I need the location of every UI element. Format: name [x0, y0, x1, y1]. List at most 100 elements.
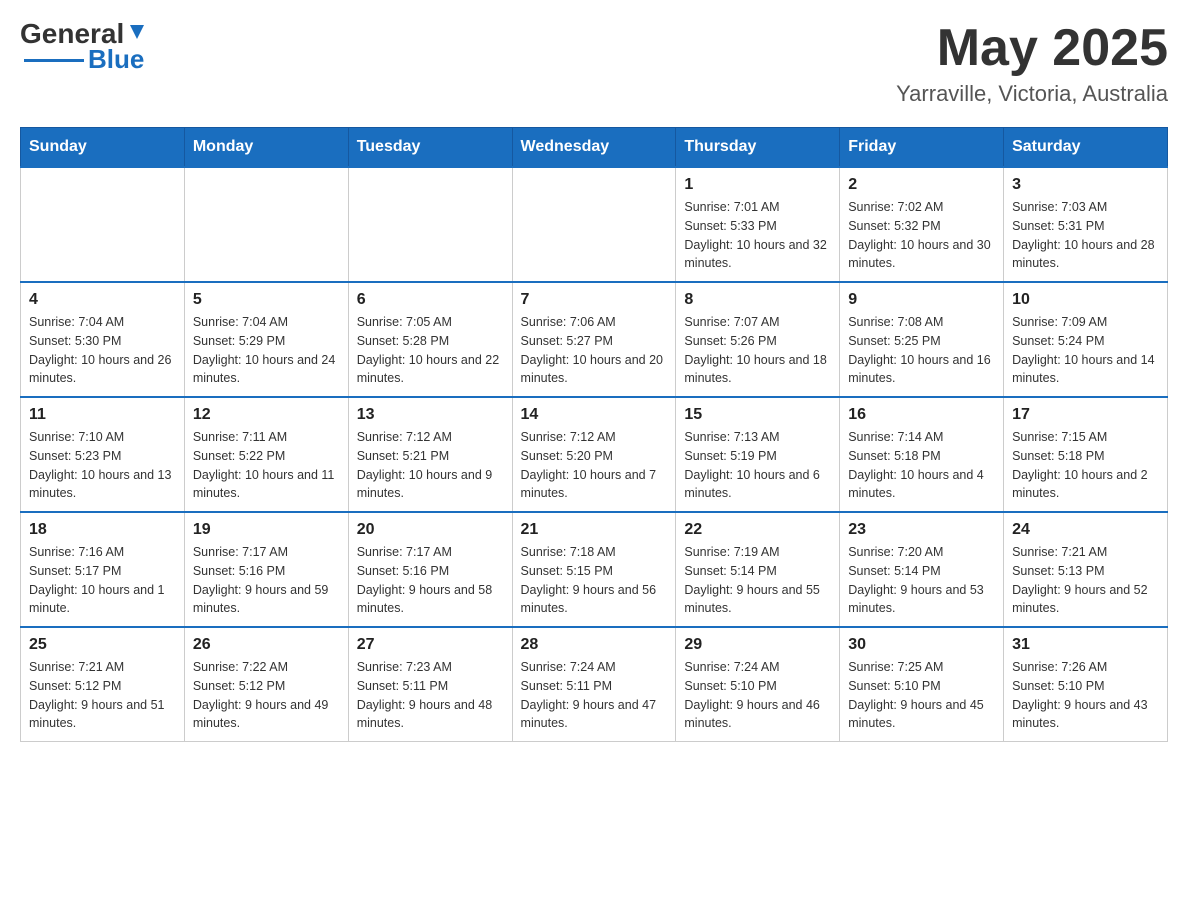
day-number: 8 — [684, 291, 831, 309]
day-number: 21 — [521, 521, 668, 539]
week-row-4: 18 Sunrise: 7:16 AM Sunset: 5:17 PM Dayli… — [21, 512, 1168, 627]
calendar-table: SundayMondayTuesdayWednesdayThursdayFrid… — [20, 127, 1168, 742]
day-info: Sunrise: 7:12 AM Sunset: 5:20 PM Dayligh… — [521, 428, 668, 503]
calendar-cell: 13 Sunrise: 7:12 AM Sunset: 5:21 PM Dayli… — [348, 397, 512, 512]
calendar-cell: 10 Sunrise: 7:09 AM Sunset: 5:24 PM Dayli… — [1004, 282, 1168, 397]
day-info: Sunrise: 7:12 AM Sunset: 5:21 PM Dayligh… — [357, 428, 504, 503]
calendar-cell — [348, 167, 512, 282]
calendar-cell: 31 Sunrise: 7:26 AM Sunset: 5:10 PM Dayli… — [1004, 627, 1168, 742]
calendar-cell: 6 Sunrise: 7:05 AM Sunset: 5:28 PM Daylig… — [348, 282, 512, 397]
calendar-cell: 19 Sunrise: 7:17 AM Sunset: 5:16 PM Dayli… — [184, 512, 348, 627]
title-block: May 2025 Yarraville, Victoria, Australia — [896, 20, 1168, 107]
day-info: Sunrise: 7:17 AM Sunset: 5:16 PM Dayligh… — [193, 543, 340, 618]
calendar-cell: 18 Sunrise: 7:16 AM Sunset: 5:17 PM Dayli… — [21, 512, 185, 627]
day-number: 25 — [29, 636, 176, 654]
calendar-cell: 12 Sunrise: 7:11 AM Sunset: 5:22 PM Dayli… — [184, 397, 348, 512]
day-number: 20 — [357, 521, 504, 539]
day-number: 26 — [193, 636, 340, 654]
day-info: Sunrise: 7:23 AM Sunset: 5:11 PM Dayligh… — [357, 658, 504, 733]
day-info: Sunrise: 7:17 AM Sunset: 5:16 PM Dayligh… — [357, 543, 504, 618]
day-number: 10 — [1012, 291, 1159, 309]
day-info: Sunrise: 7:03 AM Sunset: 5:31 PM Dayligh… — [1012, 198, 1159, 273]
day-number: 18 — [29, 521, 176, 539]
week-row-5: 25 Sunrise: 7:21 AM Sunset: 5:12 PM Dayli… — [21, 627, 1168, 742]
calendar-cell: 29Sunrise: 7:24 AM Sunset: 5:10 PM Dayli… — [676, 627, 840, 742]
day-info: Sunrise: 7:21 AM Sunset: 5:13 PM Dayligh… — [1012, 543, 1159, 618]
calendar-cell: 7 Sunrise: 7:06 AM Sunset: 5:27 PM Daylig… — [512, 282, 676, 397]
logo-line — [24, 59, 84, 62]
logo-arrow-icon — [126, 21, 148, 43]
calendar-cell — [512, 167, 676, 282]
day-info: Sunrise: 7:20 AM Sunset: 5:14 PM Dayligh… — [848, 543, 995, 618]
calendar-cell: 2 Sunrise: 7:02 AM Sunset: 5:32 PM Daylig… — [840, 167, 1004, 282]
day-info: Sunrise: 7:26 AM Sunset: 5:10 PM Dayligh… — [1012, 658, 1159, 733]
header-row: SundayMondayTuesdayWednesdayThursdayFrid… — [21, 128, 1168, 168]
day-number: 12 — [193, 406, 340, 424]
day-number: 22 — [684, 521, 831, 539]
day-number: 6 — [357, 291, 504, 309]
day-number: 13 — [357, 406, 504, 424]
day-info: Sunrise: 7:14 AM Sunset: 5:18 PM Dayligh… — [848, 428, 995, 503]
month-title: May 2025 — [896, 20, 1168, 77]
day-info: Sunrise: 7:08 AM Sunset: 5:25 PM Dayligh… — [848, 313, 995, 388]
day-info: Sunrise: 7:01 AM Sunset: 5:33 PM Dayligh… — [684, 198, 831, 273]
calendar-cell: 8 Sunrise: 7:07 AM Sunset: 5:26 PM Daylig… — [676, 282, 840, 397]
calendar-cell: 26Sunrise: 7:22 AM Sunset: 5:12 PM Dayli… — [184, 627, 348, 742]
day-number: 2 — [848, 176, 995, 194]
day-info: Sunrise: 7:18 AM Sunset: 5:15 PM Dayligh… — [521, 543, 668, 618]
day-number: 16 — [848, 406, 995, 424]
calendar-cell: 15Sunrise: 7:13 AM Sunset: 5:19 PM Dayli… — [676, 397, 840, 512]
column-header-wednesday: Wednesday — [512, 128, 676, 168]
day-info: Sunrise: 7:04 AM Sunset: 5:29 PM Dayligh… — [193, 313, 340, 388]
calendar-cell: 17 Sunrise: 7:15 AM Sunset: 5:18 PM Dayli… — [1004, 397, 1168, 512]
calendar-cell: 9Sunrise: 7:08 AM Sunset: 5:25 PM Daylig… — [840, 282, 1004, 397]
logo: General Blue — [20, 20, 148, 75]
week-row-2: 4Sunrise: 7:04 AM Sunset: 5:30 PM Daylig… — [21, 282, 1168, 397]
day-number: 19 — [193, 521, 340, 539]
day-info: Sunrise: 7:11 AM Sunset: 5:22 PM Dayligh… — [193, 428, 340, 503]
calendar-cell: 11Sunrise: 7:10 AM Sunset: 5:23 PM Dayli… — [21, 397, 185, 512]
calendar-cell: 16 Sunrise: 7:14 AM Sunset: 5:18 PM Dayli… — [840, 397, 1004, 512]
logo-text-blue: Blue — [88, 44, 144, 75]
location-title: Yarraville, Victoria, Australia — [896, 81, 1168, 107]
day-number: 28 — [521, 636, 668, 654]
day-info: Sunrise: 7:09 AM Sunset: 5:24 PM Dayligh… — [1012, 313, 1159, 388]
page-header: General Blue May 2025 Yarraville, Victor… — [20, 20, 1168, 107]
calendar-cell: 14 Sunrise: 7:12 AM Sunset: 5:20 PM Dayli… — [512, 397, 676, 512]
day-info: Sunrise: 7:19 AM Sunset: 5:14 PM Dayligh… — [684, 543, 831, 618]
day-info: Sunrise: 7:06 AM Sunset: 5:27 PM Dayligh… — [521, 313, 668, 388]
day-number: 7 — [521, 291, 668, 309]
day-number: 31 — [1012, 636, 1159, 654]
day-info: Sunrise: 7:04 AM Sunset: 5:30 PM Dayligh… — [29, 313, 176, 388]
calendar-cell: 28 Sunrise: 7:24 AM Sunset: 5:11 PM Dayli… — [512, 627, 676, 742]
calendar-cell — [184, 167, 348, 282]
day-info: Sunrise: 7:15 AM Sunset: 5:18 PM Dayligh… — [1012, 428, 1159, 503]
calendar-cell: 23Sunrise: 7:20 AM Sunset: 5:14 PM Dayli… — [840, 512, 1004, 627]
calendar-cell: 20 Sunrise: 7:17 AM Sunset: 5:16 PM Dayli… — [348, 512, 512, 627]
day-info: Sunrise: 7:05 AM Sunset: 5:28 PM Dayligh… — [357, 313, 504, 388]
day-info: Sunrise: 7:25 AM Sunset: 5:10 PM Dayligh… — [848, 658, 995, 733]
day-number: 1 — [684, 176, 831, 194]
calendar-cell: 21 Sunrise: 7:18 AM Sunset: 5:15 PM Dayli… — [512, 512, 676, 627]
day-info: Sunrise: 7:13 AM Sunset: 5:19 PM Dayligh… — [684, 428, 831, 503]
calendar-cell: 25 Sunrise: 7:21 AM Sunset: 5:12 PM Dayli… — [21, 627, 185, 742]
day-info: Sunrise: 7:07 AM Sunset: 5:26 PM Dayligh… — [684, 313, 831, 388]
week-row-3: 11Sunrise: 7:10 AM Sunset: 5:23 PM Dayli… — [21, 397, 1168, 512]
day-info: Sunrise: 7:24 AM Sunset: 5:10 PM Dayligh… — [684, 658, 831, 733]
column-header-friday: Friday — [840, 128, 1004, 168]
day-info: Sunrise: 7:02 AM Sunset: 5:32 PM Dayligh… — [848, 198, 995, 273]
calendar-cell: 5 Sunrise: 7:04 AM Sunset: 5:29 PM Daylig… — [184, 282, 348, 397]
day-info: Sunrise: 7:21 AM Sunset: 5:12 PM Dayligh… — [29, 658, 176, 733]
day-info: Sunrise: 7:16 AM Sunset: 5:17 PM Dayligh… — [29, 543, 176, 618]
day-number: 17 — [1012, 406, 1159, 424]
calendar-cell: 1 Sunrise: 7:01 AM Sunset: 5:33 PM Daylig… — [676, 167, 840, 282]
day-info: Sunrise: 7:10 AM Sunset: 5:23 PM Dayligh… — [29, 428, 176, 503]
day-number: 14 — [521, 406, 668, 424]
calendar-cell: 27 Sunrise: 7:23 AM Sunset: 5:11 PM Dayli… — [348, 627, 512, 742]
day-info: Sunrise: 7:24 AM Sunset: 5:11 PM Dayligh… — [521, 658, 668, 733]
column-header-tuesday: Tuesday — [348, 128, 512, 168]
day-number: 5 — [193, 291, 340, 309]
calendar-cell: 22 Sunrise: 7:19 AM Sunset: 5:14 PM Dayli… — [676, 512, 840, 627]
day-number: 27 — [357, 636, 504, 654]
calendar-cell — [21, 167, 185, 282]
